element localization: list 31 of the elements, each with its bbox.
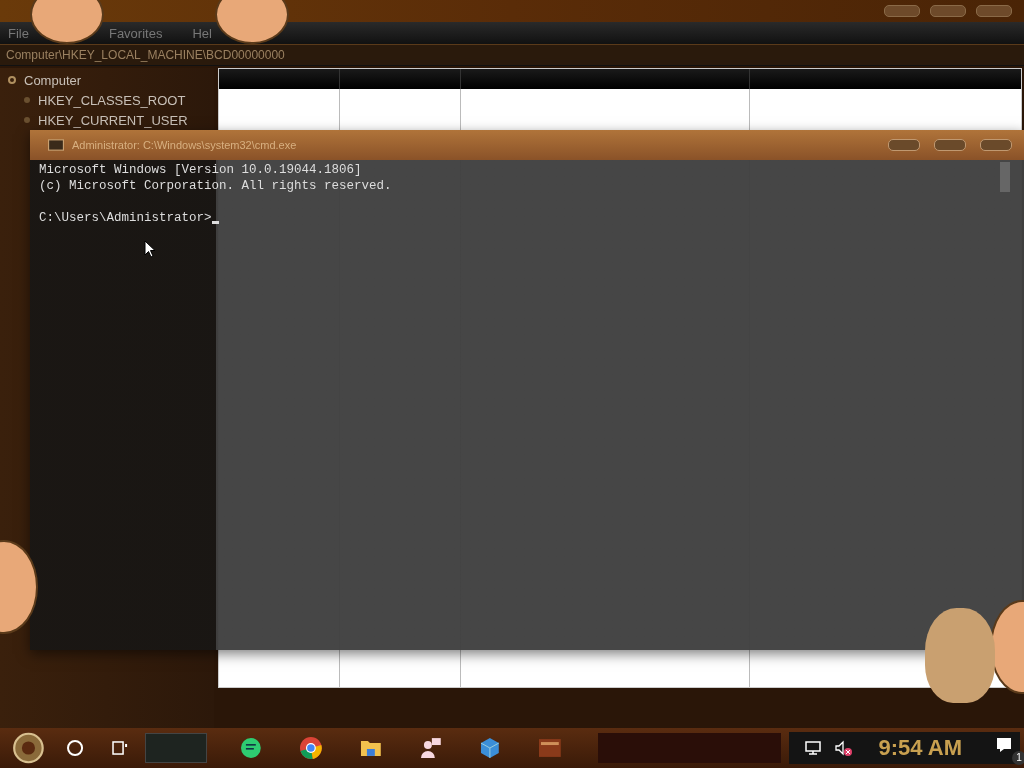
close-button[interactable] [976, 5, 1012, 17]
menu-item[interactable]: File [8, 25, 29, 41]
scrollbar-thumb[interactable] [1000, 162, 1010, 192]
console-line: (c) Microsoft Corporation. All rights reserved. [39, 178, 392, 194]
menu-item[interactable]: Hel [192, 25, 212, 41]
clock[interactable]: 9:54 AM [878, 735, 963, 761]
console-prompt: C:\Users\Administrator> [39, 210, 212, 226]
maximize-button[interactable] [930, 5, 966, 17]
people-icon[interactable] [418, 735, 443, 761]
mouse-pointer-icon [144, 240, 156, 258]
notification-badge: 1 [1012, 751, 1024, 765]
chat-icon[interactable] [239, 735, 264, 761]
tree-item[interactable]: Computer [24, 72, 82, 88]
gear-icon[interactable] [12, 730, 45, 766]
address-bar[interactable]: Computer\HKEY_LOCAL_MACHINE\BCD00000000 [0, 44, 1024, 66]
console-line: Microsoft Windows [Version 10.0.19044.1806] [39, 162, 362, 178]
console-icon [48, 139, 64, 151]
browser-icon[interactable] [299, 735, 323, 761]
network-icon[interactable] [802, 738, 823, 758]
search-icon[interactable] [64, 737, 85, 759]
volume-icon[interactable] [832, 738, 853, 758]
menu-item[interactable]: Favorites [108, 25, 163, 41]
text-cursor [211, 221, 219, 224]
close-button[interactable] [980, 139, 1012, 151]
tree-item[interactable]: HKEY_CURRENT_USER [38, 112, 188, 128]
tree-item[interactable]: HKEY_CLASSES_ROOT [38, 92, 186, 108]
minimize-button[interactable] [888, 139, 920, 151]
expander-icon[interactable] [8, 76, 16, 84]
minimize-button[interactable] [884, 5, 920, 17]
console-title: Administrator: C:\Windows\system32\cmd.exe [72, 139, 298, 151]
maximize-button[interactable] [934, 139, 966, 151]
